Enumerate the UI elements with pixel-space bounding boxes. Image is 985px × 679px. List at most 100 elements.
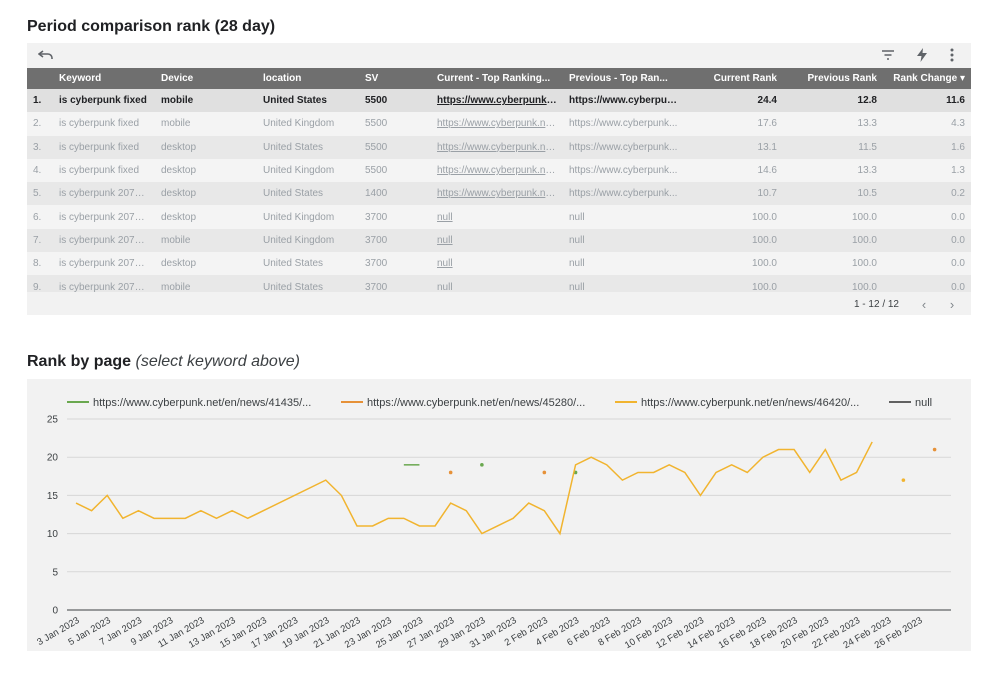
y-tick-label: 0 bbox=[52, 606, 58, 617]
previous-top-ranking-cell: null bbox=[569, 258, 585, 270]
chart-panel: 0 5 10 15 20 25 3 Jan 2023 5 Jan 2023 7 Jan 2023… bbox=[27, 379, 971, 651]
device-cell: desktop bbox=[161, 141, 197, 153]
legend-label: null bbox=[915, 397, 932, 409]
col-keyword[interactable]: Keyword bbox=[53, 68, 155, 89]
keyword-cell: is cyberpunk fixed bbox=[59, 141, 140, 153]
sv-cell: 5500 bbox=[365, 141, 388, 153]
data-point bbox=[901, 478, 906, 482]
series-line bbox=[75, 441, 873, 536]
current-top-ranking-cell[interactable]: https://www.cyberpunk.ne... bbox=[431, 182, 563, 205]
table-row[interactable]: 9. is cyberpunk 2077 ... mobile United Stat… bbox=[27, 275, 971, 292]
next-page-icon[interactable]: › bbox=[941, 297, 963, 312]
row-index: 9. bbox=[33, 281, 42, 292]
pagination: 1 - 12 / 12 ‹ › bbox=[854, 295, 963, 313]
prev-page-icon[interactable]: ‹ bbox=[913, 297, 935, 312]
rank-change-cell: 4.3 bbox=[951, 118, 965, 130]
col-device[interactable]: Device bbox=[155, 68, 257, 89]
col-previous-top-ranking[interactable]: Previous - Top Ran... bbox=[563, 68, 688, 89]
current-top-ranking-cell[interactable]: https://www.cyberpunk.ne... bbox=[431, 159, 563, 182]
device-cell: desktop bbox=[161, 258, 197, 270]
previous-rank-cell: 100.0 bbox=[851, 258, 877, 270]
table-row[interactable]: 6. is cyberpunk 2077 ... desktop United Kin… bbox=[27, 205, 971, 229]
location-cell: United Kingdom bbox=[263, 165, 335, 177]
sv-cell: 5500 bbox=[365, 95, 388, 107]
current-top-ranking-cell[interactable]: https://www.cyberpunk.n... bbox=[431, 89, 563, 112]
table-row[interactable]: 2. is cyberpunk fixed mobile United Kingdom… bbox=[27, 112, 971, 136]
rank-change-cell: 1.3 bbox=[951, 165, 965, 177]
rank-change-cell: 0.0 bbox=[951, 258, 965, 270]
chart-title-bold: Rank by page bbox=[27, 353, 132, 370]
y-tick-label: 5 bbox=[52, 567, 58, 578]
data-point bbox=[480, 463, 484, 467]
sort-desc-icon[interactable]: ▾ bbox=[960, 73, 965, 84]
device-cell: mobile bbox=[161, 118, 191, 130]
table-row[interactable]: 7. is cyberpunk 2077 ... mobile United King… bbox=[27, 228, 971, 253]
device-cell: desktop bbox=[161, 165, 197, 177]
previous-top-ranking-cell: null bbox=[569, 281, 585, 292]
current-rank-cell: 13.1 bbox=[757, 141, 777, 153]
rank-change-cell: 0.0 bbox=[951, 234, 965, 246]
rank-change-cell: 0.2 bbox=[951, 188, 965, 200]
previous-rank-cell: 13.3 bbox=[857, 118, 877, 130]
current-top-ranking-cell[interactable]: null bbox=[431, 252, 563, 275]
location-cell: United Kingdom bbox=[263, 118, 335, 130]
table-toolbar bbox=[27, 43, 971, 68]
keyword-cell: is cyberpunk 2077 ... bbox=[59, 281, 152, 292]
current-top-ranking-cell[interactable]: null bbox=[431, 205, 563, 228]
row-index: 6. bbox=[33, 211, 42, 223]
row-index: 1. bbox=[33, 95, 42, 107]
y-tick-label: 15 bbox=[47, 491, 59, 502]
previous-rank-cell: 10.5 bbox=[857, 188, 877, 200]
undo-icon[interactable] bbox=[37, 46, 55, 64]
previous-rank-cell: 13.3 bbox=[857, 165, 877, 177]
previous-top-ranking-cell: https://www.cyberpunk... bbox=[569, 118, 678, 130]
current-rank-cell: 100.0 bbox=[751, 234, 777, 246]
current-top-ranking-cell[interactable]: https://www.cyberpunk.ne... bbox=[431, 112, 563, 135]
table-row[interactable]: 3. is cyberpunk fixed desktop United States… bbox=[27, 135, 971, 159]
current-top-ranking-cell: null bbox=[437, 281, 453, 292]
keyword-cell: is cyberpunk fixed bbox=[59, 95, 147, 107]
keyword-cell: is cyberpunk 2077 ... bbox=[59, 234, 152, 246]
filter-icon[interactable] bbox=[879, 46, 897, 64]
keyword-cell: is cyberpunk 2077 ... bbox=[59, 258, 152, 270]
more-vert-icon[interactable] bbox=[943, 46, 961, 64]
location-cell: United States bbox=[263, 95, 327, 107]
col-current-rank[interactable]: Current Rank bbox=[688, 68, 783, 89]
device-cell: desktop bbox=[161, 188, 197, 200]
table-row[interactable]: 8. is cyberpunk 2077 ... desktop United Sta… bbox=[27, 252, 971, 276]
keyword-cell: is cyberpunk fixed bbox=[59, 165, 140, 177]
table-row[interactable]: 4. is cyberpunk fixed desktop United Kingdo… bbox=[27, 158, 971, 183]
bolt-icon[interactable] bbox=[913, 46, 931, 64]
col-rank-change-label: Rank Change bbox=[893, 73, 958, 84]
legend-label: https://www.cyberpunk.net/en/news/41435/… bbox=[93, 397, 311, 409]
rank-change-cell: 0.0 bbox=[951, 211, 965, 223]
device-cell: mobile bbox=[161, 95, 194, 107]
col-sv[interactable]: SV bbox=[359, 68, 431, 89]
legend-label: https://www.cyberpunk.net/en/news/46420/… bbox=[641, 397, 859, 409]
current-rank-cell: 14.6 bbox=[757, 165, 777, 177]
table-row[interactable]: 1. is cyberpunk fixed mobile United States 5… bbox=[27, 89, 971, 113]
data-point bbox=[448, 470, 453, 475]
sv-cell: 3700 bbox=[365, 211, 388, 223]
col-current-top-ranking[interactable]: Current - Top Ranking... bbox=[431, 68, 563, 89]
previous-rank-cell: 100.0 bbox=[851, 234, 877, 246]
row-index: 2. bbox=[33, 118, 42, 130]
col-location[interactable]: location bbox=[257, 68, 359, 89]
data-point bbox=[932, 447, 937, 452]
sv-cell: 3700 bbox=[365, 234, 388, 246]
current-top-ranking-cell[interactable]: https://www.cyberpunk.ne... bbox=[431, 136, 563, 159]
y-tick-label: 10 bbox=[47, 529, 59, 540]
table-row[interactable]: 5. is cyberpunk 2077 ... desktop United Sta… bbox=[27, 182, 971, 206]
current-top-ranking-cell[interactable]: null bbox=[431, 229, 563, 252]
current-rank-cell: 100.0 bbox=[751, 211, 777, 223]
pagination-range: 1 - 12 / 12 bbox=[853, 298, 899, 310]
col-previous-rank[interactable]: Previous Rank bbox=[783, 68, 883, 89]
current-rank-cell: 100.0 bbox=[751, 258, 777, 270]
row-index: 7. bbox=[33, 234, 42, 246]
rank-change-cell: 0.0 bbox=[951, 281, 965, 292]
location-cell: United States bbox=[263, 258, 324, 270]
chart-section-title: Rank by page (select keyword above) bbox=[27, 353, 300, 371]
current-rank-cell: 24.4 bbox=[757, 95, 777, 107]
previous-rank-cell: 100.0 bbox=[851, 281, 877, 292]
col-rank-change[interactable]: Rank Change ▾ bbox=[883, 68, 971, 89]
